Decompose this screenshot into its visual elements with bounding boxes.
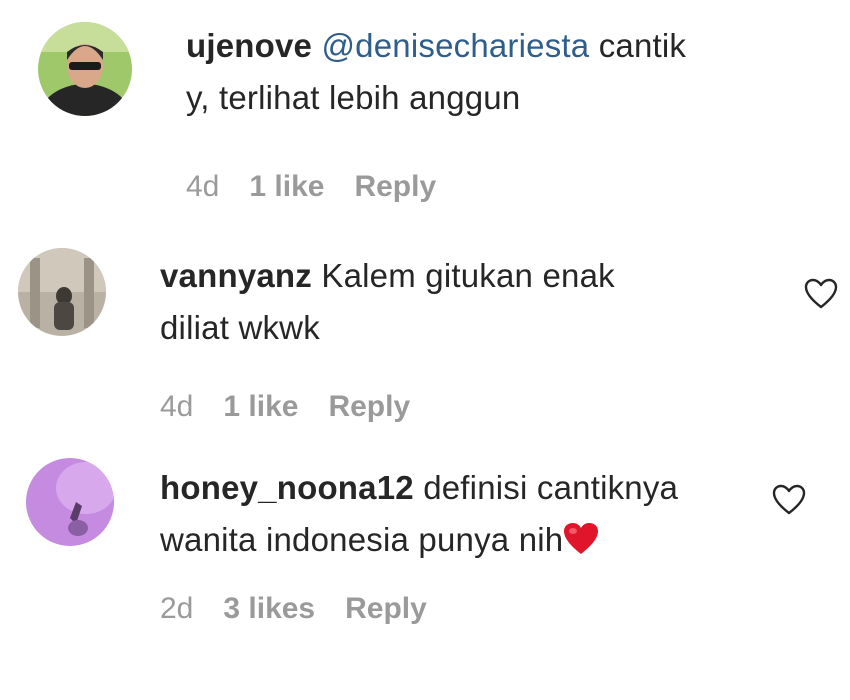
reply-button[interactable]: Reply [345, 592, 427, 625]
comment-likes[interactable]: 3 likes [223, 592, 315, 625]
avatar[interactable] [38, 22, 132, 116]
comment-text: vannyanz Kalem gitukan enak diliat wkwk [160, 250, 615, 354]
like-heart-icon[interactable] [772, 484, 806, 516]
avatar[interactable] [18, 248, 106, 336]
comment-meta: 4d 1 like Reply [160, 390, 440, 424]
comment-time[interactable]: 2d [160, 592, 193, 625]
comment-time[interactable]: 4d [186, 170, 219, 203]
comment-text: honey_noona12 definisi cantiknya wanita … [160, 462, 678, 566]
comment-username[interactable]: vannyanz [160, 257, 312, 294]
like-heart-icon[interactable] [804, 278, 838, 310]
comment-meta: 2d 3 likes Reply [160, 592, 457, 626]
comment-likes[interactable]: 1 like [223, 390, 298, 423]
comment-time[interactable]: 4d [160, 390, 193, 423]
comment-body-line2: diliat wkwk [160, 309, 320, 346]
comment-text: ujenove @denisechariesta cantik y, terli… [186, 20, 686, 124]
comment-likes[interactable]: 1 like [249, 170, 324, 203]
reply-button[interactable]: Reply [354, 170, 436, 203]
comment-body-line2: y, terlihat lebih anggun [186, 79, 521, 116]
comment-username[interactable]: honey_noona12 [160, 469, 414, 506]
comment-body-line1: cantik [598, 27, 687, 64]
red-heart-emoji-icon [563, 519, 599, 554]
avatar[interactable] [26, 458, 114, 546]
comment-username[interactable]: ujenove [186, 27, 312, 64]
comment-body-line1: definisi cantiknya [423, 469, 679, 506]
mention-link[interactable]: @denisechariesta [321, 27, 589, 64]
comment-meta: 4d 1 like Reply [186, 170, 466, 204]
reply-button[interactable]: Reply [328, 390, 410, 423]
comment-body-line2: wanita indonesia punya nih [160, 521, 564, 558]
comment-body-line1: Kalem gitukan enak [321, 257, 615, 294]
